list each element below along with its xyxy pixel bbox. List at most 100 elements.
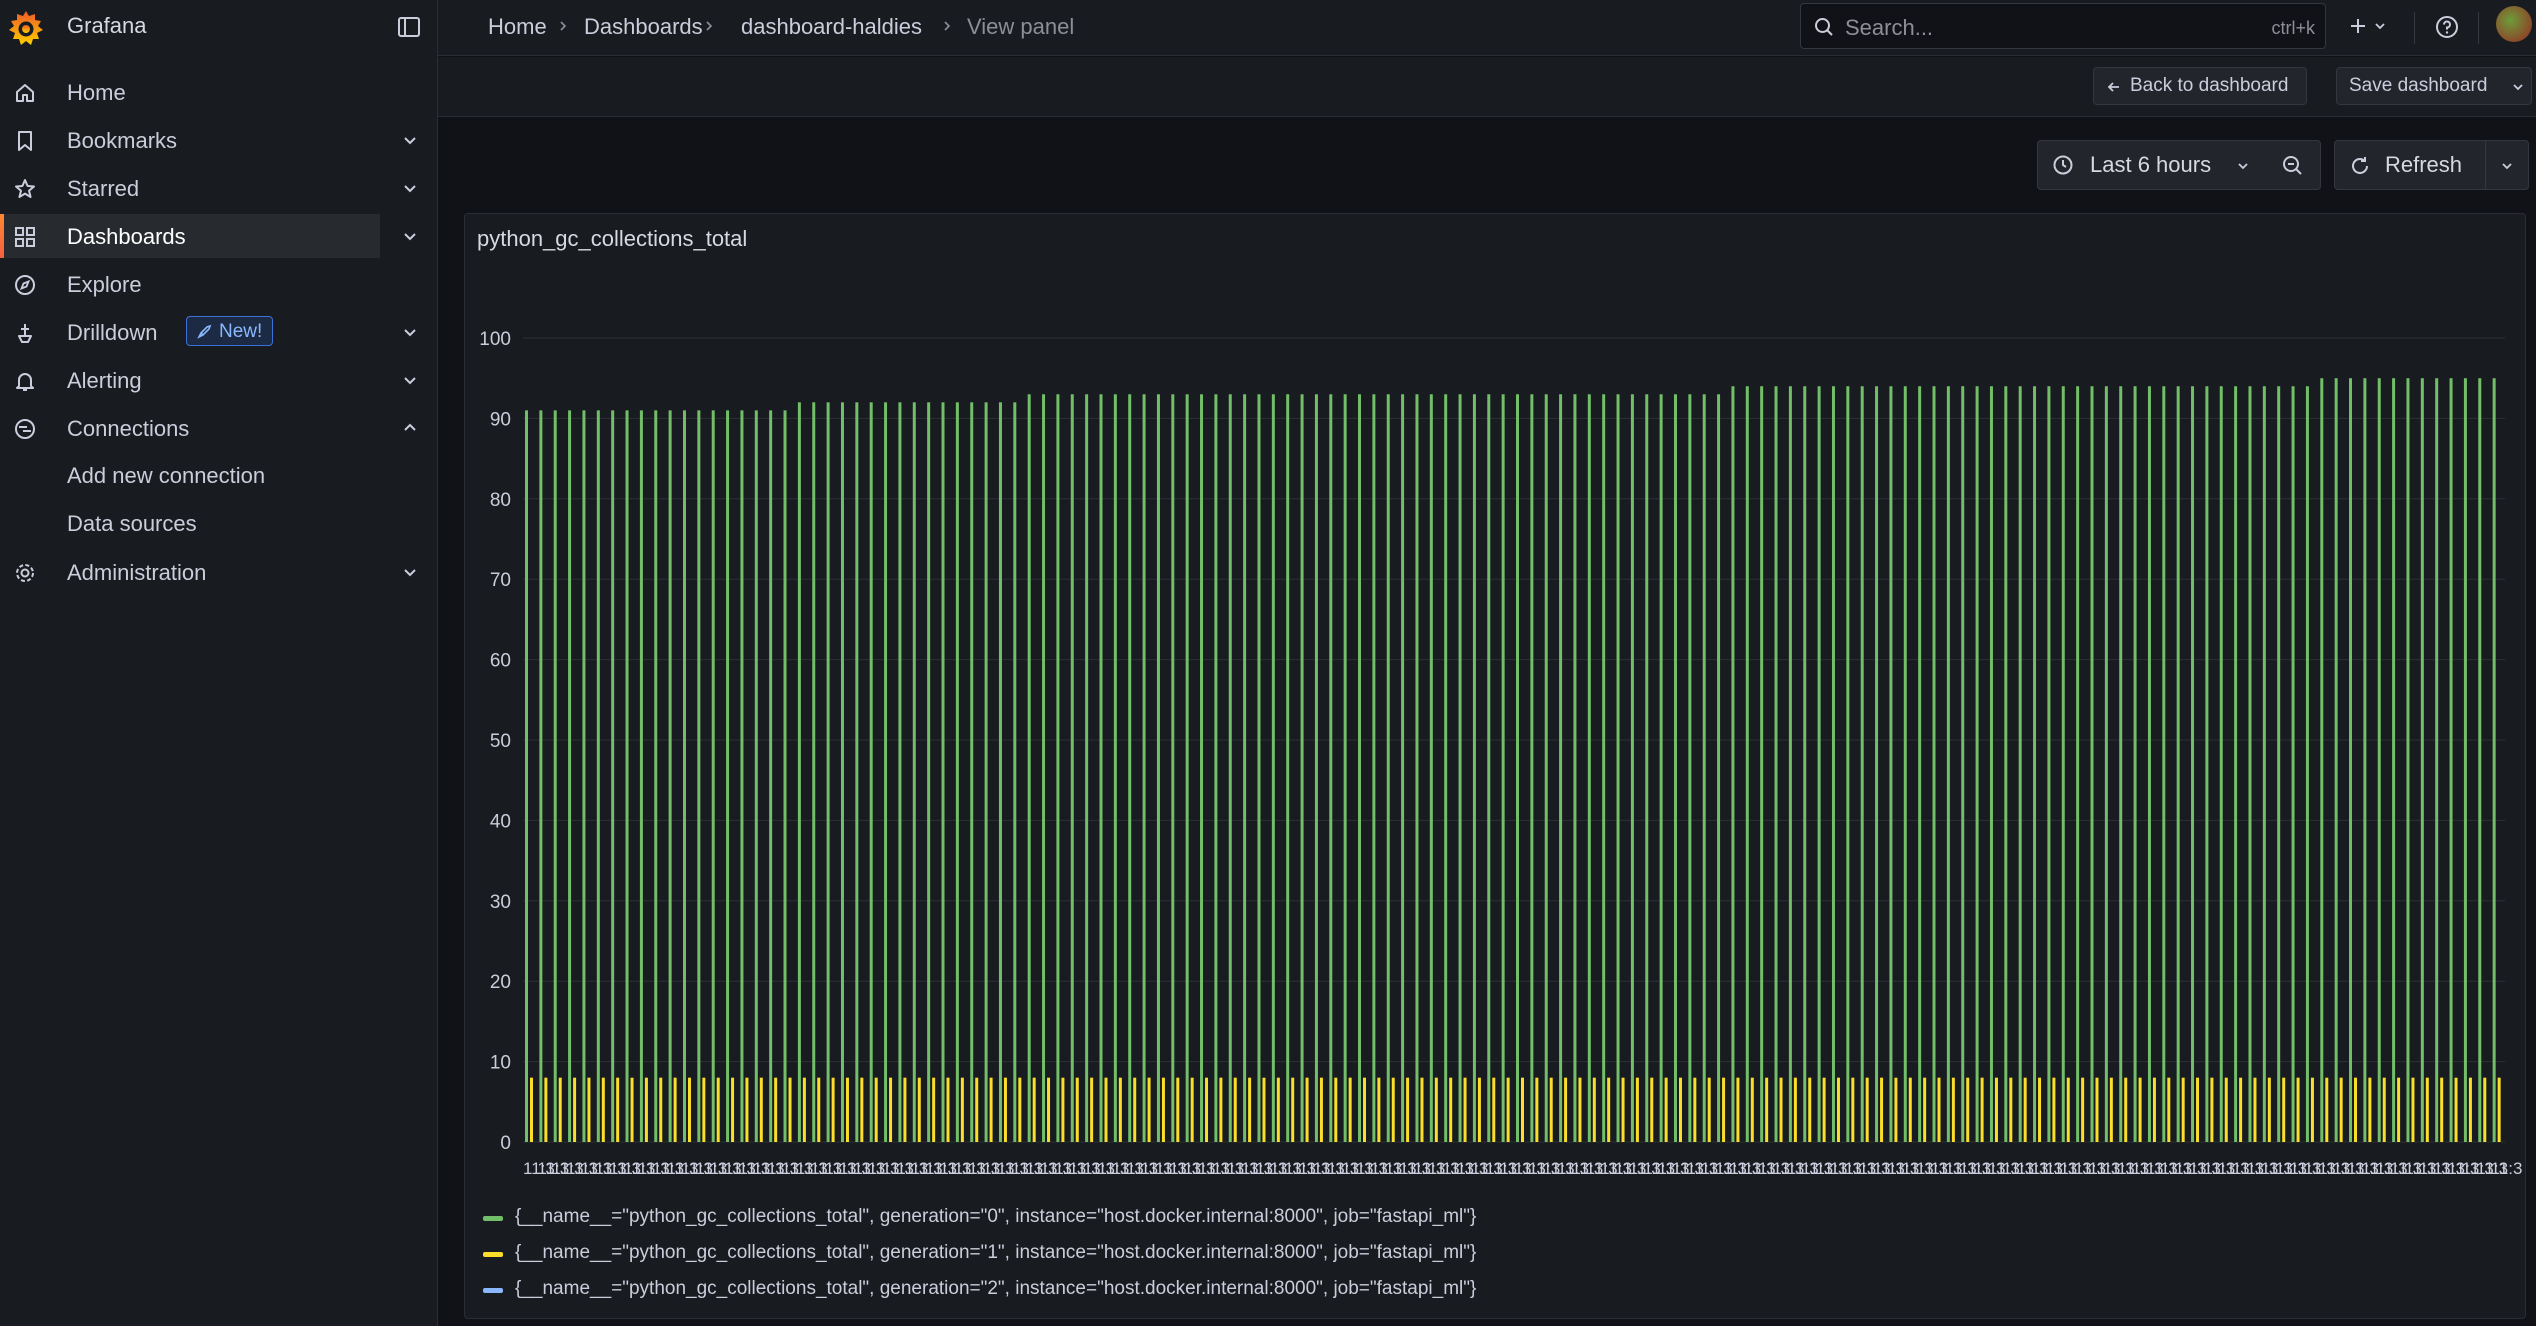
bar-gen1[interactable]: [1635, 1077, 1639, 1142]
bar-gen0[interactable]: [1788, 386, 1792, 1142]
bar-gen1[interactable]: [774, 1077, 778, 1142]
bar-gen1[interactable]: [1047, 1077, 1051, 1142]
bar-gen0[interactable]: [1185, 394, 1189, 1142]
bar-gen0[interactable]: [697, 410, 701, 1142]
bar-gen1[interactable]: [1406, 1077, 1410, 1142]
sidebar-item-home[interactable]: Home: [0, 70, 380, 114]
bar-gen0[interactable]: [2262, 386, 2266, 1142]
sidebar-item-starred[interactable]: Starred: [0, 166, 416, 210]
bar-gen1[interactable]: [1420, 1077, 1424, 1142]
bar-gen1[interactable]: [1750, 1077, 1754, 1142]
bar-gen1[interactable]: [2368, 1077, 2372, 1142]
bar-gen0[interactable]: [1013, 402, 1017, 1142]
bar-gen0[interactable]: [1085, 394, 1089, 1142]
chevron-down-icon[interactable]: [400, 562, 420, 582]
bar-gen0[interactable]: [783, 410, 787, 1142]
bar-gen0[interactable]: [1946, 386, 1950, 1142]
bar-gen1[interactable]: [1865, 1077, 1869, 1142]
plus-icon[interactable]: [2346, 14, 2370, 38]
bar-gen1[interactable]: [2009, 1077, 2013, 1142]
bar-gen0[interactable]: [1458, 394, 1462, 1142]
bar-gen1[interactable]: [530, 1077, 533, 1142]
bar-gen1[interactable]: [860, 1077, 864, 1142]
bar-gen0[interactable]: [1831, 386, 1835, 1142]
bar-gen0[interactable]: [2435, 378, 2439, 1142]
bar-gen0[interactable]: [869, 402, 873, 1142]
bar-gen1[interactable]: [1018, 1077, 1022, 1142]
bar-gen0[interactable]: [1429, 394, 1433, 1142]
bar-gen0[interactable]: [2463, 378, 2467, 1142]
bar-gen0[interactable]: [1573, 394, 1577, 1142]
bar-gen0[interactable]: [1645, 394, 1649, 1142]
bar-gen1[interactable]: [2196, 1077, 2200, 1142]
bar-gen0[interactable]: [1731, 386, 1735, 1142]
bar-gen1[interactable]: [2152, 1077, 2156, 1142]
bar-gen1[interactable]: [1032, 1077, 1036, 1142]
bar-gen1[interactable]: [1377, 1077, 1381, 1142]
bar-gen0[interactable]: [955, 402, 959, 1142]
bar-gen1[interactable]: [2124, 1077, 2128, 1142]
bar-gen0[interactable]: [1717, 394, 1721, 1142]
bar-gen1[interactable]: [1161, 1077, 1165, 1142]
bar-gen0[interactable]: [1673, 394, 1677, 1142]
bar-gen0[interactable]: [1602, 394, 1606, 1142]
bar-gen0[interactable]: [582, 410, 586, 1142]
bar-gen0[interactable]: [927, 402, 931, 1142]
sidebar-item-dashboards[interactable]: Dashboards: [0, 214, 416, 258]
bar-gen0[interactable]: [1099, 394, 1103, 1142]
bar-gen1[interactable]: [975, 1077, 979, 1142]
bar-gen1[interactable]: [601, 1077, 605, 1142]
bar-gen0[interactable]: [1860, 386, 1864, 1142]
bar-gen1[interactable]: [1363, 1077, 1367, 1142]
bar-gen1[interactable]: [2454, 1077, 2458, 1142]
bar-gen0[interactable]: [2133, 386, 2137, 1142]
bar-gen1[interactable]: [1205, 1077, 1209, 1142]
bar-gen0[interactable]: [1530, 394, 1534, 1142]
bar-gen1[interactable]: [702, 1077, 706, 1142]
bar-gen1[interactable]: [1391, 1077, 1395, 1142]
bar-gen1[interactable]: [2167, 1077, 2171, 1142]
bar-gen1[interactable]: [932, 1077, 936, 1142]
bar-gen0[interactable]: [855, 402, 859, 1142]
bar-gen1[interactable]: [1650, 1077, 1654, 1142]
bar-gen1[interactable]: [1262, 1077, 1266, 1142]
bar-gen0[interactable]: [1243, 394, 1247, 1142]
bar-gen1[interactable]: [802, 1077, 806, 1142]
bar-gen1[interactable]: [874, 1077, 878, 1142]
bar-gen1[interactable]: [1176, 1077, 1180, 1142]
bar-gen0[interactable]: [1501, 394, 1505, 1142]
bar-gen1[interactable]: [2095, 1077, 2099, 1142]
bar-gen1[interactable]: [1492, 1077, 1496, 1142]
sidebar-item-drilldown[interactable]: Drilldown New!: [0, 310, 416, 354]
bar-gen0[interactable]: [1329, 394, 1333, 1142]
bar-gen1[interactable]: [2310, 1077, 2314, 1142]
bar-gen0[interactable]: [1343, 394, 1347, 1142]
bar-gen0[interactable]: [726, 410, 730, 1142]
bar-gen1[interactable]: [1937, 1077, 1941, 1142]
bar-chart[interactable]: 010203040506070809010011:311:311:311:311…: [465, 294, 2525, 1194]
bar-gen0[interactable]: [1875, 386, 1879, 1142]
bar-gen1[interactable]: [1104, 1077, 1108, 1142]
bar-gen0[interactable]: [1817, 386, 1821, 1142]
bar-gen1[interactable]: [1190, 1077, 1194, 1142]
bar-gen1[interactable]: [1334, 1077, 1338, 1142]
bar-gen0[interactable]: [740, 410, 744, 1142]
bar-gen1[interactable]: [845, 1077, 849, 1142]
bar-gen0[interactable]: [2406, 378, 2410, 1142]
bar-gen0[interactable]: [2090, 386, 2094, 1142]
bar-gen0[interactable]: [1903, 386, 1907, 1142]
bar-gen0[interactable]: [2277, 386, 2281, 1142]
bar-gen0[interactable]: [1472, 394, 1476, 1142]
bar-gen1[interactable]: [1434, 1077, 1438, 1142]
bar-gen1[interactable]: [1607, 1077, 1611, 1142]
bar-gen1[interactable]: [788, 1077, 792, 1142]
bar-gen1[interactable]: [2081, 1077, 2085, 1142]
bar-gen0[interactable]: [2219, 386, 2223, 1142]
bar-gen1[interactable]: [1319, 1077, 1323, 1142]
bar-gen1[interactable]: [831, 1077, 835, 1142]
bar-gen0[interactable]: [941, 402, 945, 1142]
bar-gen0[interactable]: [682, 410, 686, 1142]
bar-gen1[interactable]: [1678, 1077, 1682, 1142]
bar-gen1[interactable]: [1348, 1077, 1352, 1142]
sidebar-subitem-add-new-connection[interactable]: Add new connection: [67, 463, 265, 489]
